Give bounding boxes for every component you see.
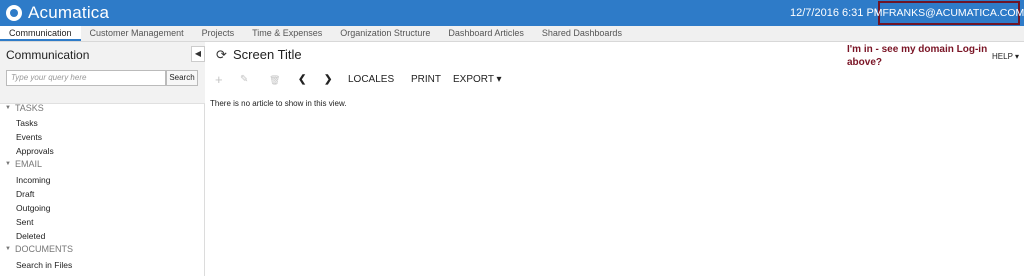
refresh-icon[interactable]: ⟳ [216,48,227,62]
add-button[interactable]: + [215,72,223,88]
sidebar-item-outgoing[interactable]: Outgoing [16,203,51,213]
annotation-note: I'm in - see my domain Log-in above? [847,44,988,68]
user-menu[interactable]: MFRANKS@ACUMATICA.COM [874,1,1024,25]
previous-button[interactable]: ❮ [298,72,306,88]
sidebar: Communication ◀ Type your query here Sea… [0,42,205,276]
sidebar-group-label: EMAIL [14,159,42,169]
page-title: Screen Title [233,47,302,62]
main-content: ⟳ Screen Title + ✎ 🗑 ❮ ❯ LOCALES PRINT E… [206,42,1024,276]
top-bar: Acumatica 12/7/2016 6:31 PM MFRANKS@ACUM… [0,0,1024,26]
search-button[interactable]: Search [166,70,198,86]
help-button[interactable]: HELP ▾ [992,52,1019,61]
sidebar-item-deleted[interactable]: Deleted [16,231,45,241]
sidebar-item-tasks[interactable]: Tasks [16,118,38,128]
sidebar-item-sent[interactable]: Sent [16,217,34,227]
sidebar-item-draft[interactable]: Draft [16,189,34,199]
empty-message: There is no article to show in this view… [210,99,347,108]
sidebar-item-incoming[interactable]: Incoming [16,175,51,185]
locales-button[interactable]: LOCALES [348,72,394,88]
datetime: 12/7/2016 6:31 PM [790,7,883,19]
search-input[interactable]: Type your query here [6,70,166,86]
export-button[interactable]: EXPORT ▾ [453,72,502,88]
sidebar-group-email[interactable]: ▼ EMAIL [5,159,42,169]
sidebar-item-events[interactable]: Events [16,132,42,142]
sidebar-title: Communication [6,48,90,62]
tab-dashboard-articles[interactable]: Dashboard Articles [439,26,533,41]
delete-button[interactable]: 🗑 [269,72,280,88]
collapse-sidebar-button[interactable]: ◀ [191,46,205,62]
caret-down-icon: ▼ [5,246,11,252]
tab-shared-dashboards[interactable]: Shared Dashboards [533,26,631,41]
logo[interactable]: Acumatica [6,3,109,23]
sidebar-group-documents[interactable]: ▼ DOCUMENTS [5,244,73,254]
module-tabs: Communication Customer Management Projec… [0,26,1024,42]
caret-down-icon: ▼ [5,105,11,111]
sidebar-group-label: DOCUMENTS [14,244,73,254]
sidebar-item-approvals[interactable]: Approvals [16,146,54,156]
print-button[interactable]: PRINT [411,72,441,88]
tab-time-expenses[interactable]: Time & Expenses [243,26,331,41]
next-button[interactable]: ❯ [324,72,332,88]
sidebar-item-search-in-files[interactable]: Search in Files [16,260,72,270]
acumatica-logo-icon [6,5,22,21]
sidebar-group-tasks[interactable]: ▼ TASKS [5,103,44,113]
tab-customer-management[interactable]: Customer Management [81,26,193,41]
caret-down-icon: ▼ [5,161,11,167]
logo-text: Acumatica [28,3,110,22]
sidebar-header: Communication ◀ Type your query here Sea… [0,42,205,104]
tab-communication[interactable]: Communication [0,26,81,41]
tab-organization-structure[interactable]: Organization Structure [331,26,439,41]
tab-projects[interactable]: Projects [193,26,244,41]
edit-button[interactable]: ✎ [240,72,248,88]
sidebar-group-label: TASKS [14,103,44,113]
